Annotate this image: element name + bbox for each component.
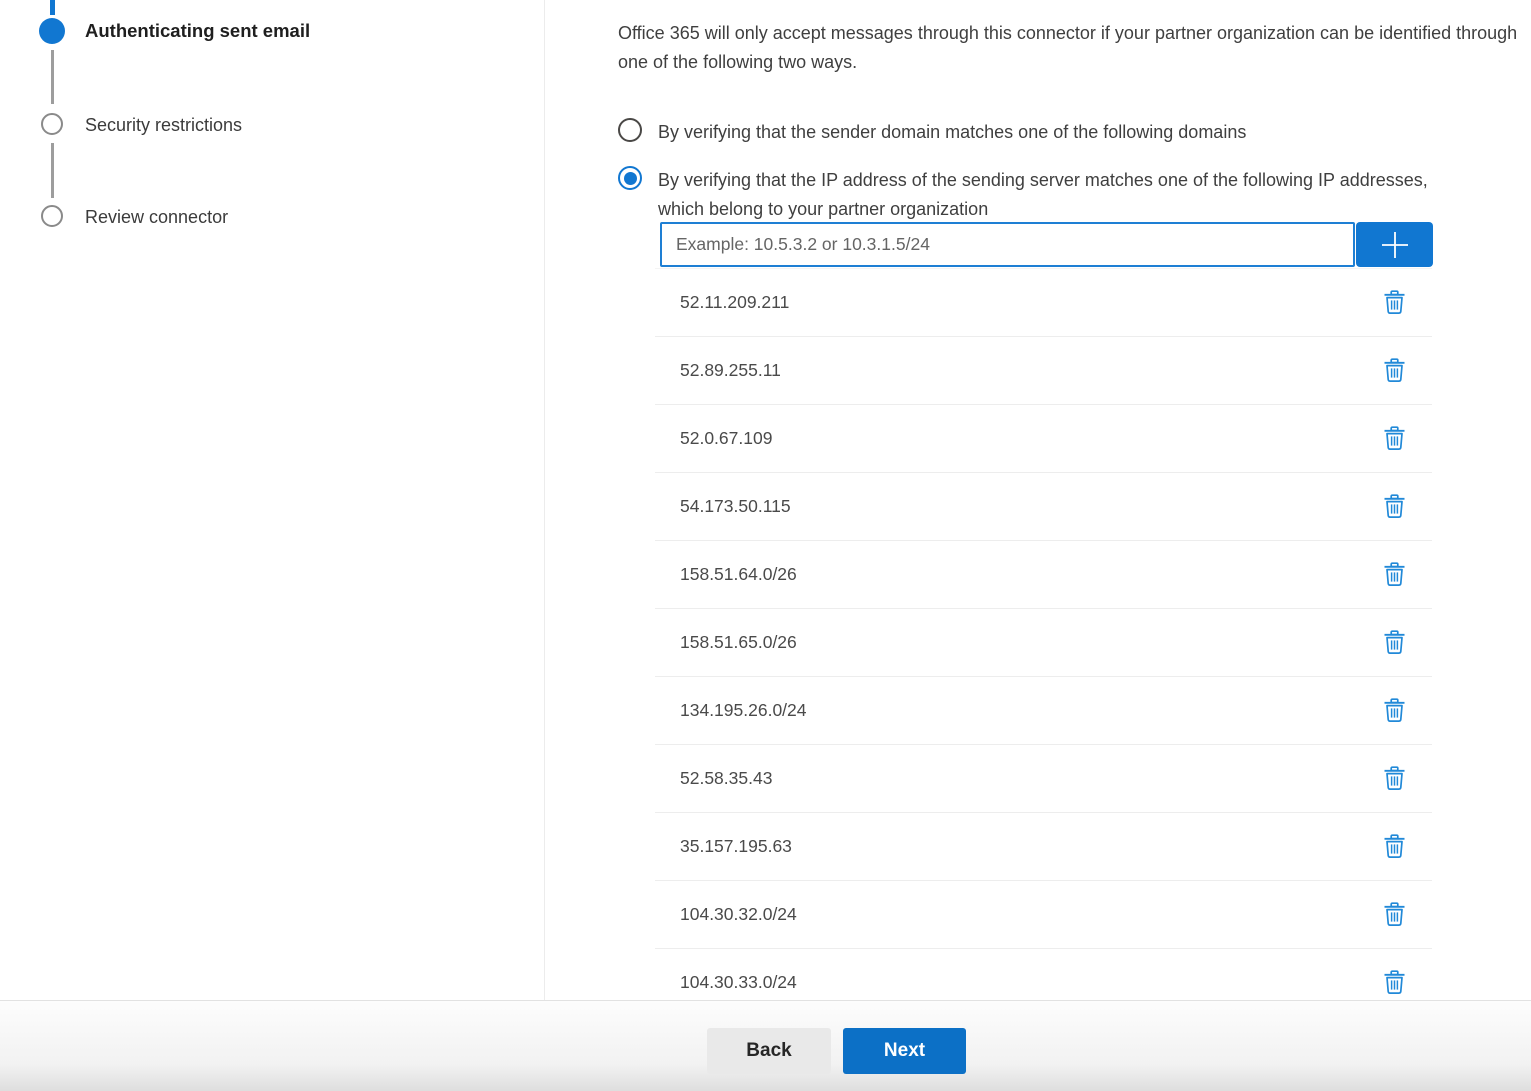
radio-option-label: By verifying that the sender domain matc… [658,118,1246,147]
ip-address-value: 35.157.195.63 [655,836,1379,857]
sidebar-step-security-restrictions[interactable]: Security restrictions [85,114,242,136]
trash-icon [1383,290,1406,315]
trash-icon [1383,698,1406,723]
wizard-footer: Back Next [0,1000,1531,1091]
ip-entry-row [660,222,1433,267]
ip-row: 134.195.26.0/24 [655,677,1432,745]
ip-row: 158.51.65.0/26 [655,609,1432,677]
ip-address-input[interactable] [660,222,1355,267]
step-connector-line-completed [50,0,55,15]
footer-buttons: Back Next [707,1028,966,1074]
delete-ip-button[interactable] [1379,830,1410,863]
trash-icon [1383,426,1406,451]
ip-address-value: 158.51.64.0/26 [655,564,1379,585]
delete-ip-button[interactable] [1379,626,1410,659]
ip-address-value: 52.89.255.11 [655,360,1379,381]
ip-address-value: 54.173.50.115 [655,496,1379,517]
step-indicator-current [39,18,65,44]
ip-row: 35.157.195.63 [655,813,1432,881]
radio-option-ip-address[interactable]: By verifying that the IP address of the … [618,166,1473,223]
radio-option-sender-domain[interactable]: By verifying that the sender domain matc… [618,118,1246,147]
step-indicator-upcoming [41,113,63,135]
delete-ip-button[interactable] [1379,694,1410,727]
step-connector-line [51,143,54,198]
delete-ip-button[interactable] [1379,490,1410,523]
ip-row: 52.58.35.43 [655,745,1432,813]
radio-selected-icon[interactable] [618,166,642,190]
ip-address-value: 134.195.26.0/24 [655,700,1379,721]
ip-address-value: 52.11.209.211 [655,292,1379,313]
plus-icon [1379,229,1411,261]
delete-ip-button[interactable] [1379,558,1410,591]
trash-icon [1383,970,1406,995]
delete-ip-button[interactable] [1379,354,1410,387]
next-button[interactable]: Next [843,1028,966,1074]
delete-ip-button[interactable] [1379,898,1410,931]
trash-icon [1383,494,1406,519]
ip-row: 104.30.32.0/24 [655,881,1432,949]
ip-row: 52.0.67.109 [655,405,1432,473]
ip-address-value: 104.30.32.0/24 [655,904,1379,925]
intro-text: Office 365 will only accept messages thr… [618,19,1523,76]
ip-address-list: 52.11.209.211 52.89.255.11 52.0.67.109 5… [655,268,1432,1017]
trash-icon [1383,902,1406,927]
step-connector-line [51,50,54,104]
ip-address-value: 52.0.67.109 [655,428,1379,449]
radio-unselected-icon[interactable] [618,118,642,142]
ip-row: 52.89.255.11 [655,337,1432,405]
sidebar-step-review-connector[interactable]: Review connector [85,206,228,228]
step-indicator-upcoming [41,205,63,227]
trash-icon [1383,562,1406,587]
wizard-stepper: Authenticating sent email Security restr… [0,0,545,1000]
ip-row: 52.11.209.211 [655,269,1432,337]
delete-ip-button[interactable] [1379,762,1410,795]
ip-address-value: 158.51.65.0/26 [655,632,1379,653]
connector-wizard-page: Authenticating sent email Security restr… [0,0,1531,1091]
sidebar-step-authenticating-sent-email[interactable]: Authenticating sent email [85,20,310,42]
ip-row: 54.173.50.115 [655,473,1432,541]
ip-row: 158.51.64.0/26 [655,541,1432,609]
delete-ip-button[interactable] [1379,286,1410,319]
add-ip-button[interactable] [1356,222,1433,267]
ip-address-value: 104.30.33.0/24 [655,972,1379,993]
trash-icon [1383,834,1406,859]
radio-option-label: By verifying that the IP address of the … [658,166,1473,223]
ip-address-value: 52.58.35.43 [655,768,1379,789]
trash-icon [1383,630,1406,655]
back-button[interactable]: Back [707,1028,831,1074]
delete-ip-button[interactable] [1379,966,1410,999]
wizard-step-content: Office 365 will only accept messages thr… [618,0,1531,1000]
trash-icon [1383,358,1406,383]
delete-ip-button[interactable] [1379,422,1410,455]
trash-icon [1383,766,1406,791]
